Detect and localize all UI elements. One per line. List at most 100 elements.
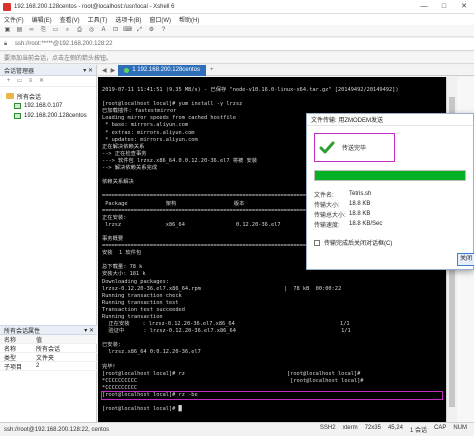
folder-icon[interactable]: ▭ — [15, 77, 24, 85]
status-terminal-type: xterm — [342, 425, 358, 431]
toolbar: ▣ ▤ ∞ ⎘ ▭ ⌕ ⎙ ◎ A ⊡ ⌨ ⤢ ⚙ ? — [0, 25, 474, 37]
terminal-line: [root@localhost local]# █ — [102, 406, 182, 413]
copy-icon[interactable]: ⎘ — [39, 26, 48, 35]
column-name: 名称 — [4, 337, 17, 344]
address-bar[interactable]: 🔒︎ ssh://root:*****@192.168.200.128:22 — [0, 38, 474, 51]
quickbar-hint: 要添加当前会话，点击左侧的箭头按钮。 — [4, 56, 113, 62]
menu-edit[interactable]: 编辑(E) — [32, 15, 52, 24]
font-icon[interactable]: A — [99, 26, 108, 35]
open-folder-icon[interactable]: ▤ — [15, 26, 24, 35]
terminal-line: [root@localhost local]# rz [root@localho… — [102, 370, 361, 377]
lock-icon[interactable]: ⊡ — [111, 26, 120, 35]
properties-icon[interactable]: ≡ — [26, 77, 35, 85]
search-icon[interactable]: ⌕ — [63, 26, 72, 35]
properties-header: 所有会话属性 ▾ ✕ — [0, 325, 97, 335]
session-manager-toolbar: + ▭ ≡ ✕ — [0, 76, 96, 87]
help-icon[interactable]: ? — [159, 26, 168, 35]
link-icon[interactable]: ∞ — [27, 26, 36, 35]
session-manager-title: 会话管理器 — [4, 68, 35, 75]
menu-tabs[interactable]: 选项卡(B) — [115, 15, 141, 24]
terminal-line: *CCCCCCCCCC [root@localhost local]# — [102, 377, 364, 384]
session-item[interactable]: 192.168.200.128centos — [6, 111, 96, 121]
terminal-line: 已安装: — [102, 342, 122, 349]
print-icon[interactable]: ⎙ — [75, 26, 84, 35]
maximize-button[interactable]: □ — [434, 0, 454, 14]
auto-close-checkbox[interactable]: 传输完成后关闭对话框(C) — [314, 238, 392, 247]
status-num: NUM — [453, 425, 467, 431]
checkbox-icon[interactable] — [314, 239, 320, 246]
tree-root[interactable]: 所有会话 — [6, 91, 96, 101]
new-session-icon[interactable]: + — [4, 77, 13, 85]
info-value: Tetris.sh — [349, 191, 372, 197]
status-bar: ssh://root@192.168.200.128:22, centos SS… — [0, 422, 474, 436]
terminal-line: Downloading packages: — [102, 278, 169, 285]
info-key: 传输总大小: — [314, 212, 346, 219]
session-tree: 所有会话 192.168.0.107 192.168.200.128centos — [0, 87, 96, 121]
quick-command-bar: 要添加当前会话，点击左侧的箭头按钮。 — [0, 52, 474, 64]
tab-session[interactable]: 1 192.168.200.128centos — [118, 64, 206, 76]
menu-tools[interactable]: 工具(T) — [88, 15, 108, 24]
close-window-button[interactable]: ✕ — [454, 0, 474, 14]
menu-window[interactable]: 窗口(W) — [149, 15, 171, 24]
delete-icon[interactable]: ✕ — [37, 77, 46, 85]
paste-icon[interactable]: ▭ — [51, 26, 60, 35]
transfer-info-row: 传输大小: 18.8 KB — [314, 199, 466, 209]
menu-file[interactable]: 文件(F) — [4, 15, 24, 24]
status-cap: CAP — [433, 425, 447, 431]
info-key: 传输速度: — [314, 222, 340, 229]
settings-icon[interactable]: ⚙ — [147, 26, 156, 35]
terminal-line: 验证中 : lrzsz-0.12.20-36.el7.x86_64 1/1 — [102, 328, 351, 335]
info-value: 18.8 KB/Sec — [349, 221, 383, 227]
transfer-info-row: 传输总大小: 18.8 KB — [314, 209, 466, 219]
properties-title: 所有会话属性 — [4, 328, 41, 335]
menu-help[interactable]: 帮助(H) — [179, 15, 199, 24]
terminal-line: Running transaction test — [102, 299, 179, 306]
panel-pin-close-icon[interactable]: ▾ ✕ — [84, 327, 94, 334]
globe-icon[interactable]: ◎ — [87, 26, 96, 35]
keyboard-icon[interactable]: ⌨ — [123, 26, 132, 35]
lock-icon: 🔒︎ — [4, 41, 8, 47]
session-item-label: 192.168.200.128centos — [24, 113, 87, 119]
terminal-line: 安装大小: 181 k — [102, 271, 146, 278]
window-title: 192.168.200.128centos - root@localhost:/… — [14, 3, 175, 10]
status-cursor: 45,24 — [387, 425, 403, 431]
status-size: 72x35 — [364, 425, 381, 431]
session-item[interactable]: 192.168.0.107 — [6, 101, 96, 111]
terminal-line: *CCCCCCCCCC — [102, 384, 138, 391]
tree-root-label: 所有会话 — [17, 94, 42, 101]
column-value: 值 — [36, 337, 43, 344]
session-tabs: ◀ ▶ 1 192.168.200.128centos + — [98, 64, 474, 76]
auto-close-label: 传输完成后关闭对话框(C) — [324, 241, 393, 247]
minimize-button[interactable]: — — [414, 0, 434, 14]
tab-next-icon[interactable]: ▶ — [111, 67, 116, 74]
info-value: 18.8 KB — [349, 211, 371, 217]
terminal-line: [root@localhost local]# rz -be — [101, 391, 443, 401]
expand-icon[interactable]: ⤢ — [135, 26, 144, 35]
checkmark-icon — [319, 141, 335, 153]
session-item-label: 192.168.0.107 — [24, 103, 63, 109]
status-protocol: SSH2 — [319, 425, 336, 431]
property-row: 子项目 2 — [0, 362, 97, 371]
properties-panel: 所有会话属性 ▾ ✕ 名称 值 名称 所有会话 类型 文件夹 子项目 2 — [0, 325, 97, 371]
terminal-line: Running transaction check — [102, 292, 182, 299]
info-key: 传输大小: — [314, 202, 340, 209]
tab-label: 1 192.168.200.128centos — [132, 67, 200, 73]
transfer-info-row: 传输速度: 18.8 KB/Sec — [314, 219, 466, 229]
session-icon — [14, 103, 21, 109]
panel-pin-close-icon[interactable]: ▾ ✕ — [83, 67, 93, 74]
xshell-app-icon — [3, 2, 11, 11]
info-key: 文件名: — [314, 192, 334, 199]
property-key: 类型 — [4, 355, 17, 362]
tab-prev-icon[interactable]: ◀ — [102, 67, 107, 74]
menu-view[interactable]: 查看(V) — [60, 15, 80, 24]
transfer-info: 文件名: Tetris.sh 传输大小: 18.8 KB 传输总大小: 18.8 KB 传输… — [314, 189, 466, 229]
status-sessions: 1 会话 — [409, 428, 427, 434]
new-session-icon[interactable]: ▣ — [3, 26, 12, 35]
session-manager-panel: 会话管理器 ▾ ✕ + ▭ ≡ ✕ 所有会话 192.168.0.107 192… — [0, 65, 97, 422]
new-tab-button[interactable]: + — [210, 67, 214, 73]
address-text[interactable]: ssh://root:*****@192.168.200.128:22 — [15, 41, 113, 47]
dialog-close-button[interactable]: 关闭 — [457, 253, 474, 266]
transfer-info-row: 文件名: Tetris.sh — [314, 189, 466, 199]
property-key: 名称 — [4, 346, 17, 353]
